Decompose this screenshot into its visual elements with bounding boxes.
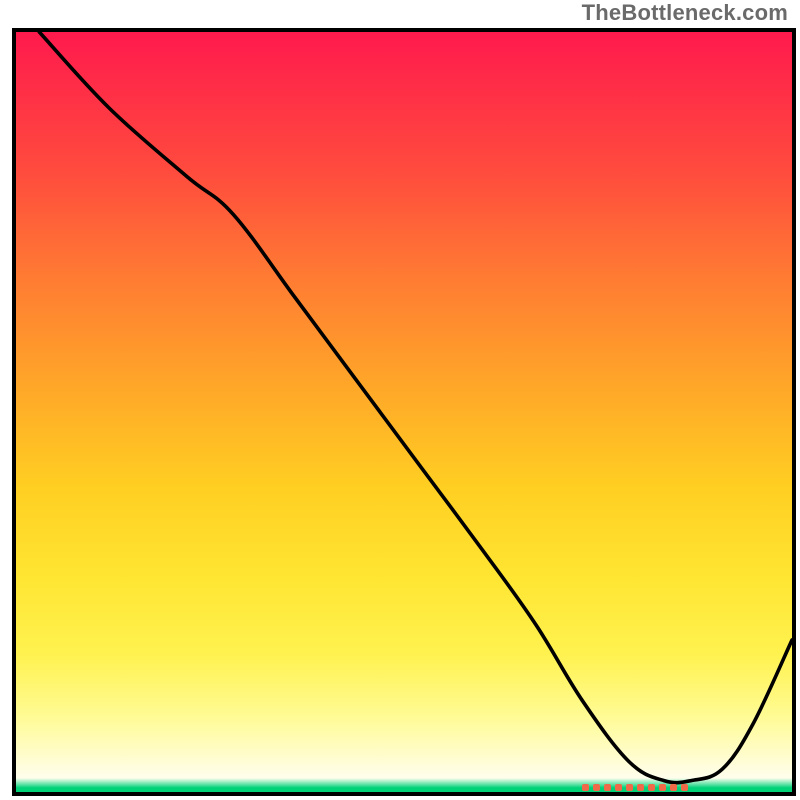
- trough-dot: [593, 784, 600, 791]
- bottleneck-curve: [16, 32, 792, 792]
- trough-dot: [615, 784, 622, 791]
- trough-dot: [637, 784, 644, 791]
- trough-dot: [681, 784, 688, 791]
- trough-dot: [670, 784, 677, 791]
- watermark-text: TheBottleneck.com: [582, 0, 788, 26]
- trough-dot: [582, 784, 589, 791]
- curve-path: [39, 32, 792, 783]
- trough-dot: [604, 784, 611, 791]
- trough-dotted-marker: [582, 779, 698, 787]
- trough-dot: [626, 784, 633, 791]
- chart-stage: TheBottleneck.com: [0, 0, 800, 800]
- trough-dot: [648, 784, 655, 791]
- plot-frame: [12, 28, 796, 796]
- trough-dot: [659, 784, 666, 791]
